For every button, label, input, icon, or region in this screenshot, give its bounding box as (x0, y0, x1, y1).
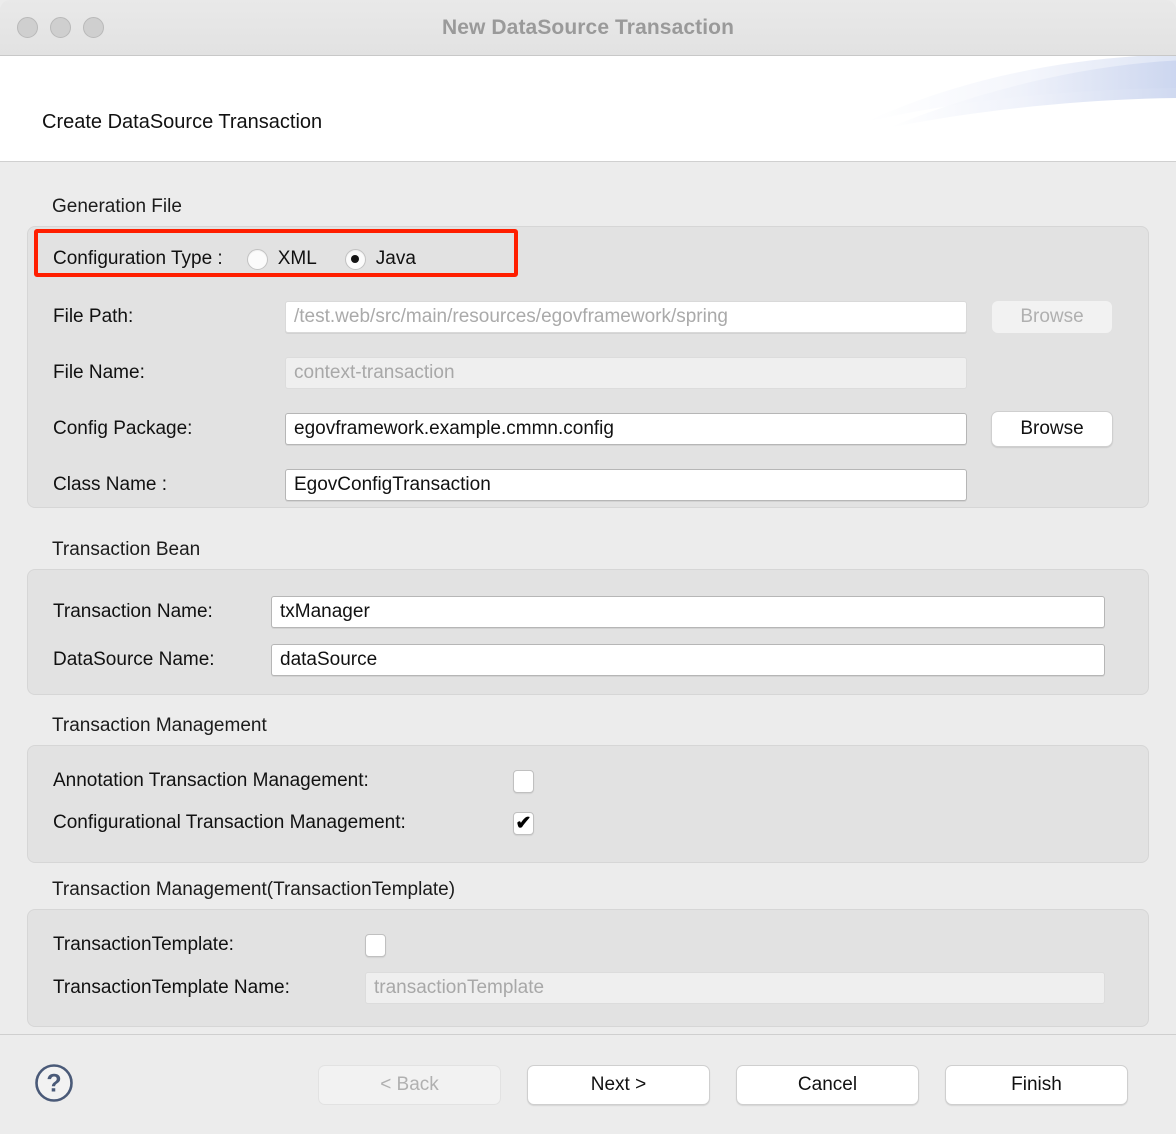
transaction-template-name-row: TransactionTemplate Name: transactionTem… (53, 972, 1148, 1004)
datasource-name-row: DataSource Name: dataSource (53, 644, 1148, 676)
transaction-template-checkbox[interactable]: ✔ (365, 934, 386, 957)
configurational-tx-row: Configurational Transaction Management: … (53, 810, 534, 836)
section-transaction-management: Transaction Management Annotation Transa… (0, 715, 1176, 863)
config-type-row: Configuration Type : XML Java (53, 239, 416, 279)
page-title: Create DataSource Transaction (42, 111, 322, 134)
wizard-buttons: < Back Next > Cancel Finish (318, 1065, 1128, 1105)
transaction-template-row: TransactionTemplate: ✔ (53, 932, 386, 958)
config-package-browse-button[interactable]: Browse (991, 411, 1113, 447)
back-button[interactable]: < Back (318, 1065, 501, 1105)
config-type-label: Configuration Type : (53, 248, 223, 270)
finish-button[interactable]: Finish (945, 1065, 1128, 1105)
class-name-input[interactable]: EgovConfigTransaction (285, 469, 967, 501)
file-path-input[interactable]: /test.web/src/main/resources/egovframewo… (285, 301, 967, 333)
header-decoration-swoosh (846, 56, 1176, 134)
section-generation-file-label: Generation File (52, 196, 1176, 218)
datasource-name-label: DataSource Name: (53, 649, 271, 671)
question-mark-icon[interactable]: ? (34, 1063, 74, 1103)
file-name-input[interactable]: context-transaction (285, 357, 967, 389)
dialog-body: Generation File Configuration Type : XML… (0, 162, 1176, 1034)
radio-xml-label: XML (278, 248, 317, 270)
section-transaction-template: Transaction Management(TransactionTempla… (0, 879, 1176, 1027)
svg-text:?: ? (46, 1070, 61, 1098)
file-name-label: File Name: (53, 362, 285, 384)
radio-java-label: Java (376, 248, 416, 270)
annotation-tx-row: Annotation Transaction Management: ✔ (53, 768, 534, 794)
cancel-button[interactable]: Cancel (736, 1065, 919, 1105)
file-path-row: File Path: /test.web/src/main/resources/… (53, 301, 1148, 333)
config-package-row: Config Package: egovframework.example.cm… (53, 413, 1148, 445)
transaction-template-panel: TransactionTemplate: ✔ TransactionTempla… (27, 909, 1149, 1027)
configurational-tx-checkbox[interactable]: ✔ (513, 812, 534, 835)
class-name-label: Class Name : (53, 474, 285, 496)
config-type-radio-group[interactable]: XML Java (247, 248, 416, 270)
radio-xml-icon[interactable] (247, 249, 268, 270)
transaction-name-row: Transaction Name: txManager (53, 596, 1148, 628)
annotation-tx-label: Annotation Transaction Management: (53, 770, 513, 792)
section-generation-file: Generation File Configuration Type : XML… (0, 196, 1176, 508)
section-transaction-management-label: Transaction Management (52, 715, 1176, 737)
next-button[interactable]: Next > (527, 1065, 710, 1105)
transaction-template-name-input[interactable]: transactionTemplate (365, 972, 1105, 1004)
section-transaction-bean: Transaction Bean Transaction Name: txMan… (0, 539, 1176, 695)
radio-option-xml[interactable]: XML (247, 248, 317, 270)
transaction-template-label: TransactionTemplate: (53, 934, 365, 956)
transaction-template-name-label: TransactionTemplate Name: (53, 977, 365, 999)
transaction-bean-panel: Transaction Name: txManager DataSource N… (27, 569, 1149, 695)
title-bar: New DataSource Transaction (0, 0, 1176, 56)
wizard-header: Create DataSource Transaction (0, 56, 1176, 162)
transaction-name-label: Transaction Name: (53, 601, 271, 623)
transaction-management-panel: Annotation Transaction Management: ✔ Con… (27, 745, 1149, 863)
section-transaction-bean-label: Transaction Bean (52, 539, 1176, 561)
section-transaction-template-label: Transaction Management(TransactionTempla… (52, 879, 1176, 901)
window-title: New DataSource Transaction (0, 16, 1176, 40)
transaction-name-input[interactable]: txManager (271, 596, 1105, 628)
class-name-row: Class Name : EgovConfigTransaction (53, 469, 1148, 501)
dialog-footer: ? < Back Next > Cancel Finish (0, 1034, 1176, 1134)
generation-file-panel: Configuration Type : XML Java (27, 226, 1149, 508)
file-path-label: File Path: (53, 306, 285, 328)
file-path-browse-button[interactable]: Browse (991, 300, 1113, 334)
configurational-tx-label: Configurational Transaction Management: (53, 812, 513, 834)
config-package-input[interactable]: egovframework.example.cmmn.config (285, 413, 967, 445)
radio-java-icon[interactable] (345, 249, 366, 270)
datasource-name-input[interactable]: dataSource (271, 644, 1105, 676)
dialog-window: New DataSource Transaction Create DataSo… (0, 0, 1176, 1134)
annotation-tx-checkbox[interactable]: ✔ (513, 770, 534, 793)
radio-option-java[interactable]: Java (345, 248, 416, 270)
config-package-label: Config Package: (53, 418, 285, 440)
file-name-row: File Name: context-transaction (53, 357, 1148, 389)
